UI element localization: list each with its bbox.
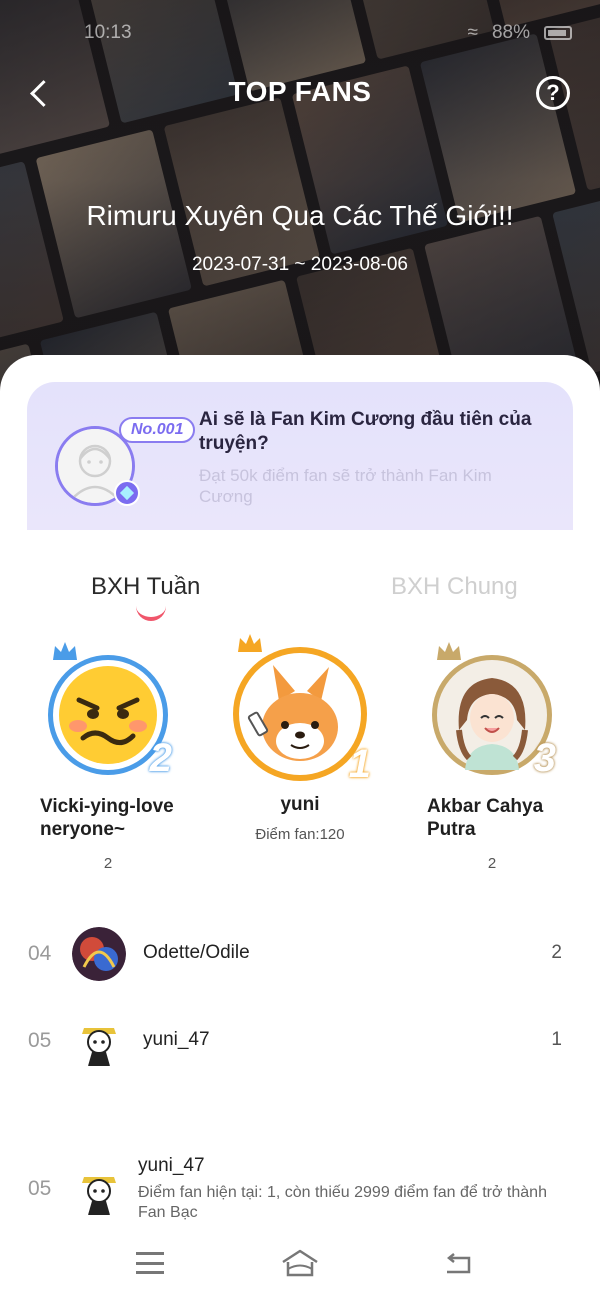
crown-icon bbox=[238, 634, 262, 652]
status-time: 10:13 bbox=[84, 22, 132, 43]
wifi-icon: ≈ bbox=[467, 22, 478, 43]
menu-icon[interactable] bbox=[136, 1252, 164, 1274]
diamond-icon bbox=[114, 480, 140, 506]
crown-icon bbox=[437, 642, 461, 660]
smirk-emoji-icon bbox=[53, 660, 163, 770]
tab-overall[interactable]: BXH Chung bbox=[391, 573, 518, 601]
list-item[interactable]: 04 Odette/Odile 2 bbox=[0, 924, 600, 984]
diamond-fan-card[interactable]: No.001 Ai sẽ là Fan Kim Cương đầu tiên c… bbox=[27, 382, 573, 530]
fan-name: Odette/Odile bbox=[143, 942, 250, 963]
tab-indicator bbox=[136, 605, 166, 621]
my-rank-row[interactable]: 05 yuni_47 Điểm fan hiện tại: 1, còn thi… bbox=[0, 1155, 600, 1235]
fan-score: 2 bbox=[103, 855, 113, 872]
rank-badge: No.001 bbox=[119, 417, 196, 443]
fan-name: Akbar Cahya Putra bbox=[427, 796, 544, 840]
rank-number: 2 bbox=[149, 736, 172, 780]
top-bar: TOP FANS ? bbox=[0, 70, 600, 118]
rank-number: 1 bbox=[348, 742, 371, 786]
rank-number: 3 bbox=[533, 736, 556, 780]
page-title: TOP FANS bbox=[228, 76, 372, 107]
date-range: 2023-07-31 ~ 2023-08-06 bbox=[191, 254, 409, 275]
rank-number: 04 bbox=[28, 942, 52, 965]
home-icon[interactable] bbox=[280, 1248, 320, 1278]
fan-score: 2 bbox=[487, 855, 497, 872]
status-bar: 10:13 ≈ 88% bbox=[0, 18, 600, 46]
fox-avatar-icon bbox=[239, 653, 361, 775]
avatar: 1 bbox=[233, 634, 371, 786]
fan-name: Vicki-ying-love neryone~ bbox=[40, 796, 174, 840]
podium-third[interactable]: 3 Akbar Cahya Putra 2 bbox=[404, 642, 580, 872]
my-fan-name: yuni_47 bbox=[138, 1155, 205, 1176]
avatar bbox=[72, 927, 126, 981]
avatar: 2 bbox=[48, 642, 172, 780]
list-item[interactable]: 05 yuni_47 1 bbox=[0, 1011, 600, 1071]
podium-second[interactable]: 2 Vicki-ying-love neryone~ 2 bbox=[20, 642, 196, 872]
help-icon[interactable]: ? bbox=[536, 76, 570, 110]
fan-name: yuni bbox=[280, 794, 320, 815]
crown-icon bbox=[53, 642, 77, 660]
tab-weekly[interactable]: BXH Tuần bbox=[91, 573, 200, 601]
system-nav-bar bbox=[0, 1230, 600, 1300]
rank-number: 05 bbox=[28, 1177, 52, 1200]
podium-first[interactable]: 1 yuni Điểm fan:120 bbox=[212, 634, 388, 843]
comic-title: Rimuru Xuyên Qua Các Thế Giới!! bbox=[86, 200, 514, 231]
fan-score-label: Điểm fan:120 bbox=[255, 826, 345, 843]
return-icon[interactable] bbox=[443, 1252, 473, 1276]
diamond-card-subtext: Đạt 50k điểm fan sẽ trở thành Fan Kim Cư… bbox=[199, 466, 492, 506]
fan-score: 1 bbox=[551, 1029, 562, 1050]
anime-girl-avatar-icon bbox=[437, 660, 547, 770]
fan-name: yuni_47 bbox=[143, 1029, 210, 1050]
avatar bbox=[72, 1163, 126, 1217]
avatar: 3 bbox=[432, 642, 556, 780]
header-banner: 10:13 ≈ 88% TOP FANS ? Rimuru Xuyên Qua … bbox=[0, 0, 600, 400]
battery-icon bbox=[544, 26, 572, 40]
ranking-sheet: No.001 Ai sẽ là Fan Kim Cương đầu tiên c… bbox=[0, 355, 600, 1300]
rank-number: 05 bbox=[28, 1029, 52, 1052]
fan-score: 2 bbox=[551, 942, 562, 963]
diamond-card-heading: Ai sẽ là Fan Kim Cương đầu tiên của truy… bbox=[199, 409, 532, 454]
battery-percent: 88% bbox=[491, 22, 530, 43]
avatar bbox=[72, 1014, 126, 1068]
my-fan-progress: Điểm fan hiện tại: 1, còn thiếu 2999 điể… bbox=[138, 1184, 547, 1221]
